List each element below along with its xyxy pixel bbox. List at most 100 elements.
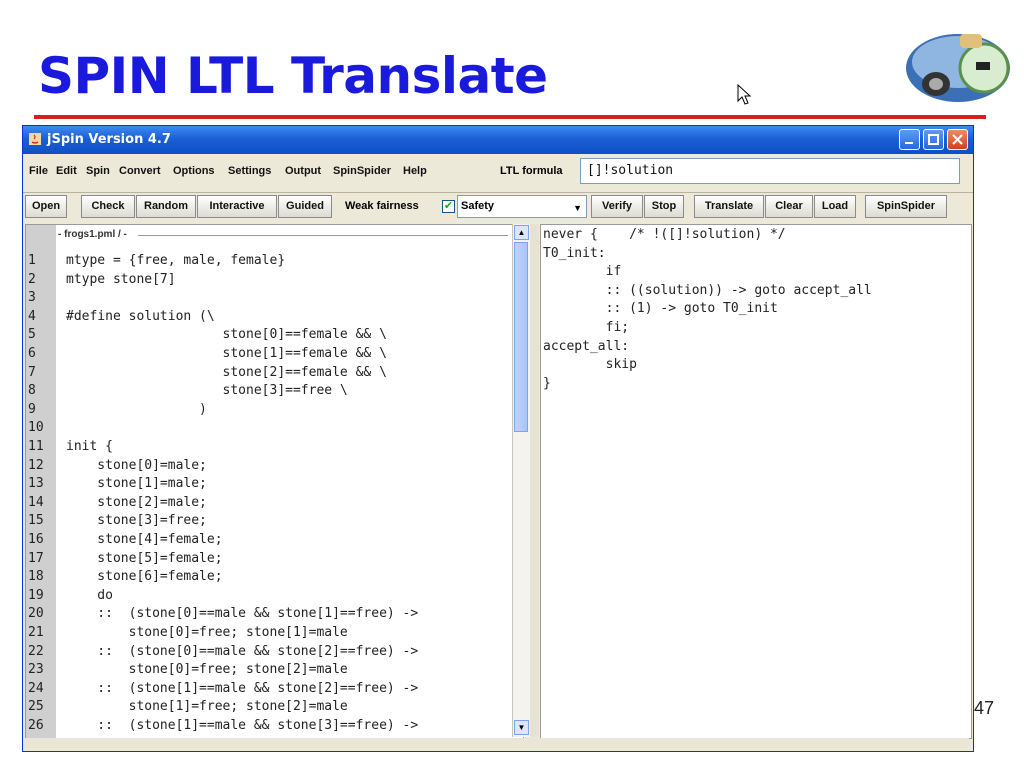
code-line: 26 :: (stone[1]==male && stone[3]==free)… [26,718,506,736]
code-line: 9 ) [26,402,506,420]
mode-select[interactable]: Safety ▼ [457,195,587,218]
output-line: fi; [543,320,630,335]
code-line: 25 stone[1]=free; stone[2]=male [26,699,506,717]
line-number: 7 [28,364,36,380]
code-line: 22 :: (stone[0]==male && stone[2]==free)… [26,644,506,662]
menu-help[interactable]: Help [403,165,427,177]
maximize-icon [928,134,939,145]
spinspider-button[interactable]: SpinSpider [865,195,947,218]
line-number: 9 [28,401,36,417]
code-text: do [66,587,113,603]
menu-output[interactable]: Output [285,165,321,177]
code-line: 11 init { [26,439,506,457]
code-line: 17 stone[5]=female; [26,551,506,569]
code-text: #define solution (\ [66,308,215,324]
code-text: stone[5]=female; [66,550,223,566]
line-number: 8 [28,383,36,399]
page-number: 47 [974,698,995,718]
check-button[interactable]: Check [81,195,135,218]
ltl-formula-input[interactable]: []!solution [580,158,960,184]
mode-select-value: Safety [461,200,495,212]
editor-pane[interactable]: - frogs1.pml / - 1 mtype = {free, male, f… [25,224,524,739]
java-icon [29,133,41,145]
menu-convert[interactable]: Convert [119,165,161,177]
line-number: 3 [28,290,36,306]
weak-fairness-checkbox[interactable]: ✔ [442,200,455,213]
code-text: stone[6]=female; [66,569,223,585]
code-line: 1 mtype = {free, male, female} [26,253,506,271]
minimize-button[interactable] [899,129,920,150]
line-number: 24 [28,680,44,696]
toolbar: Open Check Random Interactive Guided Wea… [23,193,973,221]
line-number: 18 [28,569,44,585]
code-line: 23 stone[0]=free; stone[2]=male [26,662,506,680]
code-text: stone[0]=male; [66,457,207,473]
code-line: 5 stone[0]==female && \ [26,327,506,345]
output-line: if [543,264,622,280]
code-text: stone[3]=free; [66,513,207,529]
line-number: 23 [28,662,44,678]
line-number: 12 [28,457,44,473]
code-line: 24 :: (stone[1]==male && stone[2]==free)… [26,681,506,699]
line-number: 6 [28,346,36,361]
code-text: stone[2]==female && \ [66,364,387,380]
stop-button[interactable]: Stop [644,195,684,218]
code-text: mtype = {free, male, female} [66,253,286,268]
open-button[interactable]: Open [25,195,67,218]
output-line: :: ((solution)) -> goto accept_all [543,282,872,298]
ltl-formula-label: LTL formula [500,165,563,177]
close-button[interactable] [947,129,968,150]
car-logo-icon [906,34,1010,102]
weak-fairness-label: Weak fairness [345,200,419,212]
horizontal-scrollbar[interactable] [25,738,969,748]
code-line: 19 do [26,588,506,606]
output-line: accept_all: [543,338,630,354]
scroll-up-icon[interactable]: ▲ [514,225,529,240]
scrollbar-thumb[interactable] [514,242,528,432]
code-text: :: (stone[0]==male && stone[1]==free) -> [66,606,419,622]
line-number: 25 [28,699,44,715]
code-text: :: (stone[0]==male && stone[2]==free) -> [66,643,419,659]
code-text: :: (stone[1]==male && stone[2]==free) -> [66,680,419,696]
line-number: 5 [28,327,36,343]
code-line: 18 stone[6]=female; [26,569,506,587]
code-line: 7 stone[2]==female && \ [26,365,506,383]
line-number: 16 [28,532,44,547]
line-number: 14 [28,494,44,510]
load-button[interactable]: Load [814,195,856,218]
menu-settings[interactable]: Settings [228,165,271,177]
title-divider [34,115,986,119]
pane-splitter[interactable] [530,224,539,737]
code-line: 8 stone[3]==free \ [26,383,506,401]
random-button[interactable]: Random [136,195,196,218]
title-bar[interactable]: jSpin Version 4.7 [23,126,973,154]
code-line: 14 stone[2]=male; [26,495,506,513]
verify-button[interactable]: Verify [591,195,643,218]
chevron-down-icon[interactable]: ▼ [573,203,582,213]
editor-scrollbar[interactable]: ▲ ▼ [512,224,530,737]
code-text: stone[1]=male; [66,476,207,492]
menu-options[interactable]: Options [173,165,215,177]
line-number: 26 [28,718,44,733]
code-line: 21 stone[0]=free; stone[1]=male [26,625,506,643]
code-text: stone[0]=free; stone[2]=male [66,662,348,678]
close-icon [952,134,963,145]
line-number: 20 [28,606,44,622]
clear-button[interactable]: Clear [765,195,813,218]
menu-edit[interactable]: Edit [56,165,77,177]
maximize-button[interactable] [923,129,944,150]
translate-button[interactable]: Translate [694,195,764,218]
output-line: never { /* !([]!solution) */ [543,227,786,242]
menu-spinspider[interactable]: SpinSpider [333,165,391,177]
code-text: init { [66,439,113,454]
guided-button[interactable]: Guided [278,195,332,218]
scroll-down-icon[interactable]: ▼ [514,720,529,735]
line-number: 1 [28,253,36,268]
code-text: :: (stone[1]==male && stone[3]==free) -> [66,718,419,733]
interactive-button[interactable]: Interactive [197,195,277,218]
output-line: } [543,375,551,391]
menu-spin[interactable]: Spin [86,165,110,177]
menu-file[interactable]: File [29,165,48,177]
output-pane[interactable]: never { /* !([]!solution) */T0_init: if … [540,224,972,739]
line-number: 11 [28,439,44,454]
